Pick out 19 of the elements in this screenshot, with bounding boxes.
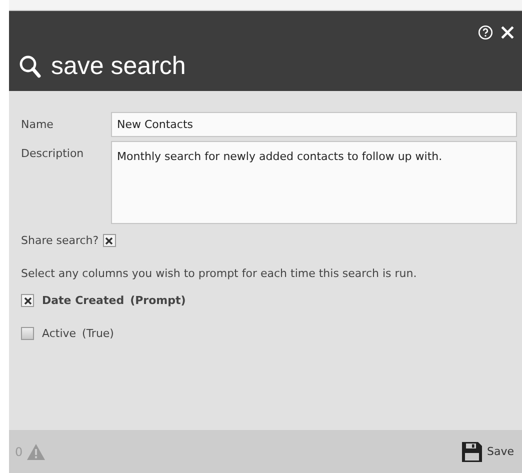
save-button[interactable]: Save: [462, 442, 514, 462]
column-label: Date Created: [42, 294, 124, 307]
search-icon: [19, 54, 41, 78]
instruction-text: Select any columns you wish to prompt for each time this search is run.: [21, 267, 418, 280]
help-icon[interactable]: [478, 25, 493, 40]
column-label: Active: [42, 327, 76, 340]
description-field[interactable]: Monthly search for newly added contacts to follow up with.: [111, 141, 517, 224]
share-checkbox[interactable]: [102, 234, 116, 247]
description-label: Description: [21, 146, 85, 162]
column-note: (Prompt): [130, 294, 186, 307]
warning-icon: [26, 444, 45, 460]
close-icon[interactable]: [501, 26, 514, 39]
column-checkbox[interactable]: [21, 294, 34, 307]
name-field[interactable]: New Contacts: [111, 112, 517, 137]
dialog-title: save search: [51, 52, 186, 81]
share-label: Share search?: [21, 234, 99, 247]
column-note: (True): [82, 327, 114, 340]
name-label: Name: [21, 117, 54, 133]
column-checkbox[interactable]: [21, 327, 34, 340]
